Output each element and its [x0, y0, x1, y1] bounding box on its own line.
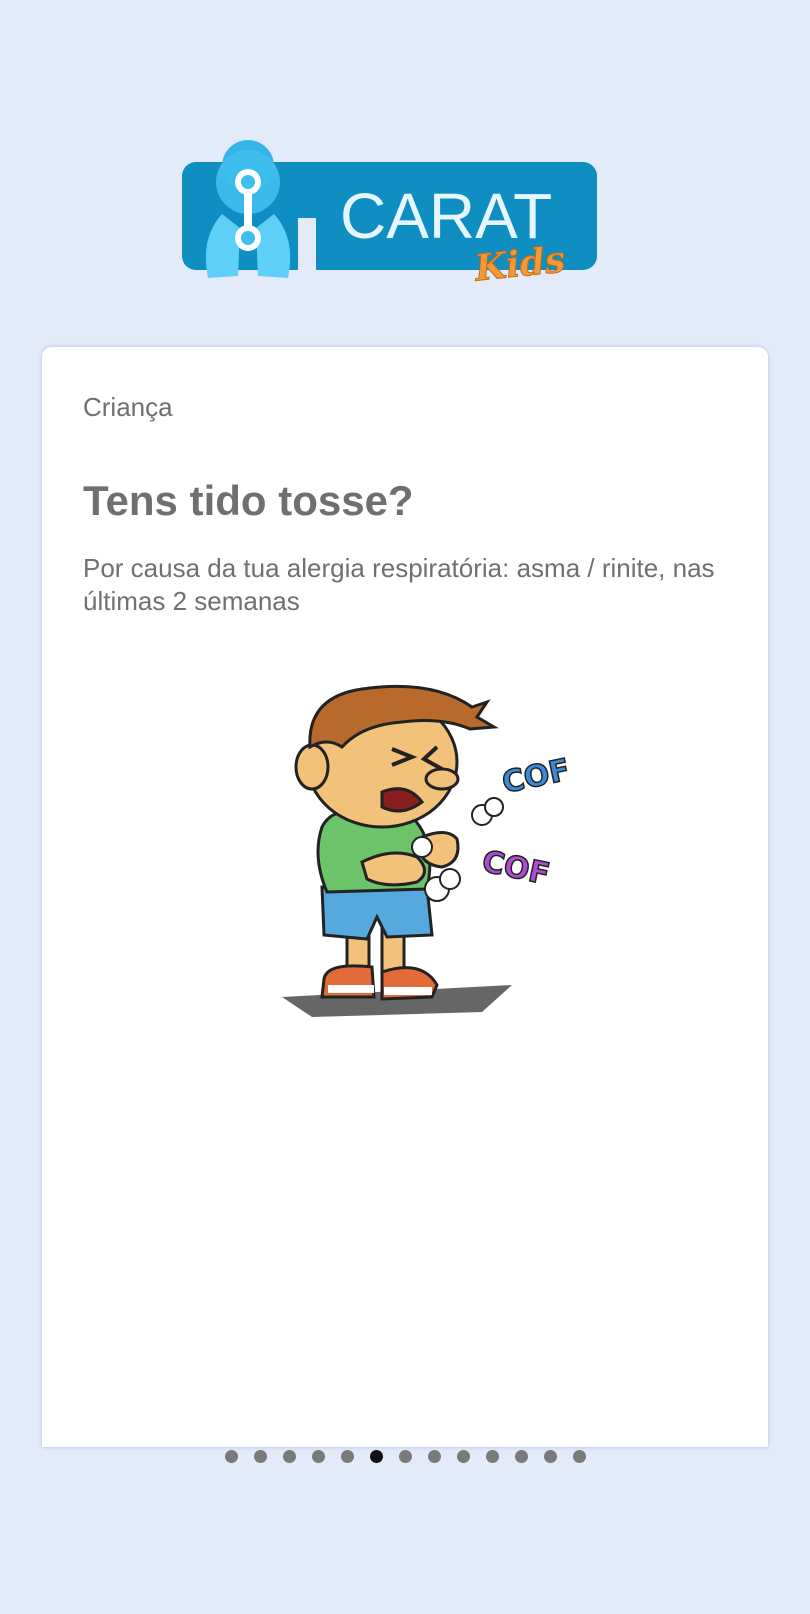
- page-dot[interactable]: [456, 1449, 470, 1463]
- page-dot[interactable]: [369, 1449, 383, 1463]
- page-dot[interactable]: [398, 1449, 412, 1463]
- coughing-child-icon: COF COF: [282, 684, 574, 1017]
- logo-main-text: CARAT: [340, 180, 552, 252]
- page-indicator[interactable]: [0, 1447, 810, 1465]
- page-dot[interactable]: [253, 1449, 267, 1463]
- page-dot[interactable]: [224, 1449, 238, 1463]
- page-dot[interactable]: [311, 1449, 325, 1463]
- logo-sub-text: Kids: [472, 238, 567, 289]
- page-dot[interactable]: [340, 1449, 354, 1463]
- carat-kids-logo: CARAT Kids: [182, 140, 597, 290]
- question-subtitle: Por causa da tua alergia respiratória: a…: [83, 553, 715, 616]
- question-title: Tens tido tosse?: [83, 477, 414, 524]
- category-label: Criança: [83, 392, 173, 422]
- page-dot[interactable]: [427, 1449, 441, 1463]
- page-dot[interactable]: [485, 1449, 499, 1463]
- question-card: Criança Tens tido tosse? Por causa da tu…: [42, 347, 768, 1447]
- page-dot[interactable]: [543, 1449, 557, 1463]
- page-dot[interactable]: [514, 1449, 528, 1463]
- page-dot[interactable]: [572, 1449, 586, 1463]
- page-dot[interactable]: [282, 1449, 296, 1463]
- cough-word-1: COF: [499, 752, 573, 800]
- cough-word-2: COF: [479, 844, 553, 892]
